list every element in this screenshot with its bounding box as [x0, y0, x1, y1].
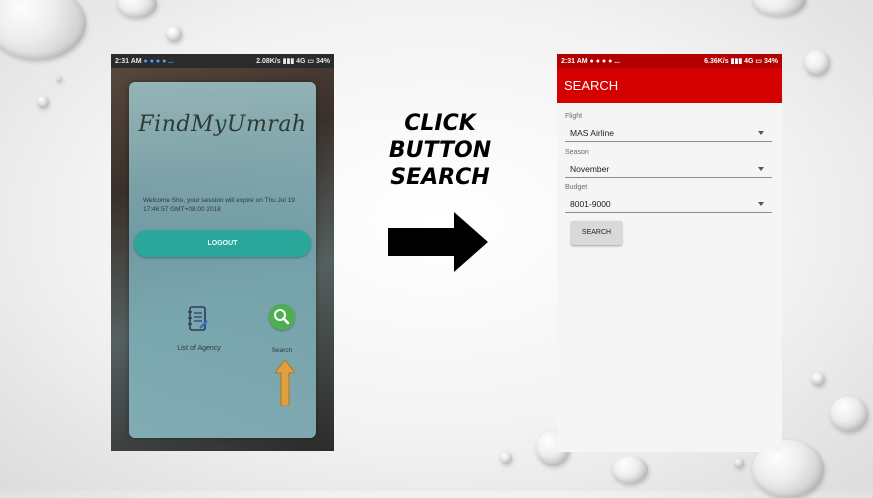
- season-label: Season: [565, 149, 589, 156]
- instruction-line-2: SEARCH: [390, 165, 490, 190]
- water-droplet: [0, 0, 86, 60]
- water-droplet: [37, 96, 49, 108]
- water-droplet: [752, 0, 806, 16]
- status-battery: 34%: [315, 58, 330, 65]
- search-button[interactable]: SEARCH: [571, 221, 622, 245]
- notification-icon: ● ● ● ● ...: [143, 57, 175, 65]
- status-battery: 34%: [763, 58, 778, 65]
- status-speed: 6.36K/s: [704, 58, 729, 65]
- logout-button[interactable]: LOGOUT: [134, 230, 311, 257]
- instruction-text: CLICK BUTTON SEARCH: [350, 110, 530, 191]
- status-network: 4G: [744, 58, 754, 65]
- app-bar: SEARCH: [557, 68, 782, 103]
- battery-icon: ▭: [307, 58, 316, 65]
- budget-label: Budget: [565, 184, 588, 191]
- instruction-line-1: CLICK BUTTON: [388, 111, 492, 163]
- status-speed: 2.08K/s: [256, 58, 281, 65]
- search-icon[interactable]: [269, 304, 295, 330]
- status-bar: 2:31 AM ● ● ● ● ... 6.36K/s ▮▮▮ 4G ▭ 34%: [557, 54, 782, 68]
- menu-label-agency[interactable]: List of Agency: [159, 345, 239, 352]
- water-droplet: [811, 372, 825, 386]
- season-select[interactable]: November: [565, 161, 772, 178]
- water-droplet: [830, 396, 868, 432]
- flight-value: MAS Airline: [570, 128, 614, 138]
- page-title: SEARCH: [564, 78, 619, 93]
- water-droplet: [117, 0, 157, 18]
- battery-icon: ▭: [755, 58, 764, 65]
- signal-icon: ▮▮▮: [730, 58, 745, 65]
- up-arrow-icon: [275, 360, 295, 406]
- dropdown-caret-icon: [758, 202, 764, 206]
- flight-label: Flight: [565, 113, 583, 120]
- notification-icon: ● ● ● ● ...: [589, 57, 621, 65]
- water-droplet: [734, 458, 744, 468]
- magnifier-glyph: [274, 309, 290, 325]
- notebook-icon[interactable]: [188, 306, 208, 332]
- dropdown-caret-icon: [758, 131, 764, 135]
- session-message: Welcome Shu, your session will expire on…: [143, 197, 295, 213]
- menu-label-search[interactable]: Search: [257, 347, 307, 354]
- home-card: FindMyUmrah Welcome Shu, your session wi…: [129, 82, 316, 438]
- phone-screenshot-search: 2:31 AM ● ● ● ● ... 6.36K/s ▮▮▮ 4G ▭ 34%…: [557, 54, 782, 452]
- status-time: 2:31 AM: [115, 57, 142, 65]
- right-arrow-icon: [388, 212, 488, 272]
- season-value: November: [570, 164, 610, 174]
- app-logo: FindMyUmrah: [138, 112, 307, 137]
- dropdown-caret-icon: [758, 167, 764, 171]
- status-network: 4G: [296, 58, 306, 65]
- water-droplet: [500, 452, 512, 464]
- signal-icon: ▮▮▮: [282, 58, 297, 65]
- water-droplet: [56, 76, 62, 82]
- budget-value: 8001-9000: [570, 199, 611, 209]
- water-droplet: [612, 456, 648, 484]
- water-droplet: [804, 50, 830, 76]
- budget-select[interactable]: 8001-9000: [565, 196, 772, 213]
- status-bar: 2:31 AM ● ● ● ● ... 2.08K/s ▮▮▮ 4G ▭ 34%: [111, 54, 334, 68]
- status-time: 2:31 AM: [561, 57, 588, 65]
- phone-screenshot-home: 2:31 AM ● ● ● ● ... 2.08K/s ▮▮▮ 4G ▭ 34%…: [111, 54, 334, 451]
- water-droplet: [166, 26, 182, 42]
- flight-select[interactable]: MAS Airline: [565, 125, 772, 142]
